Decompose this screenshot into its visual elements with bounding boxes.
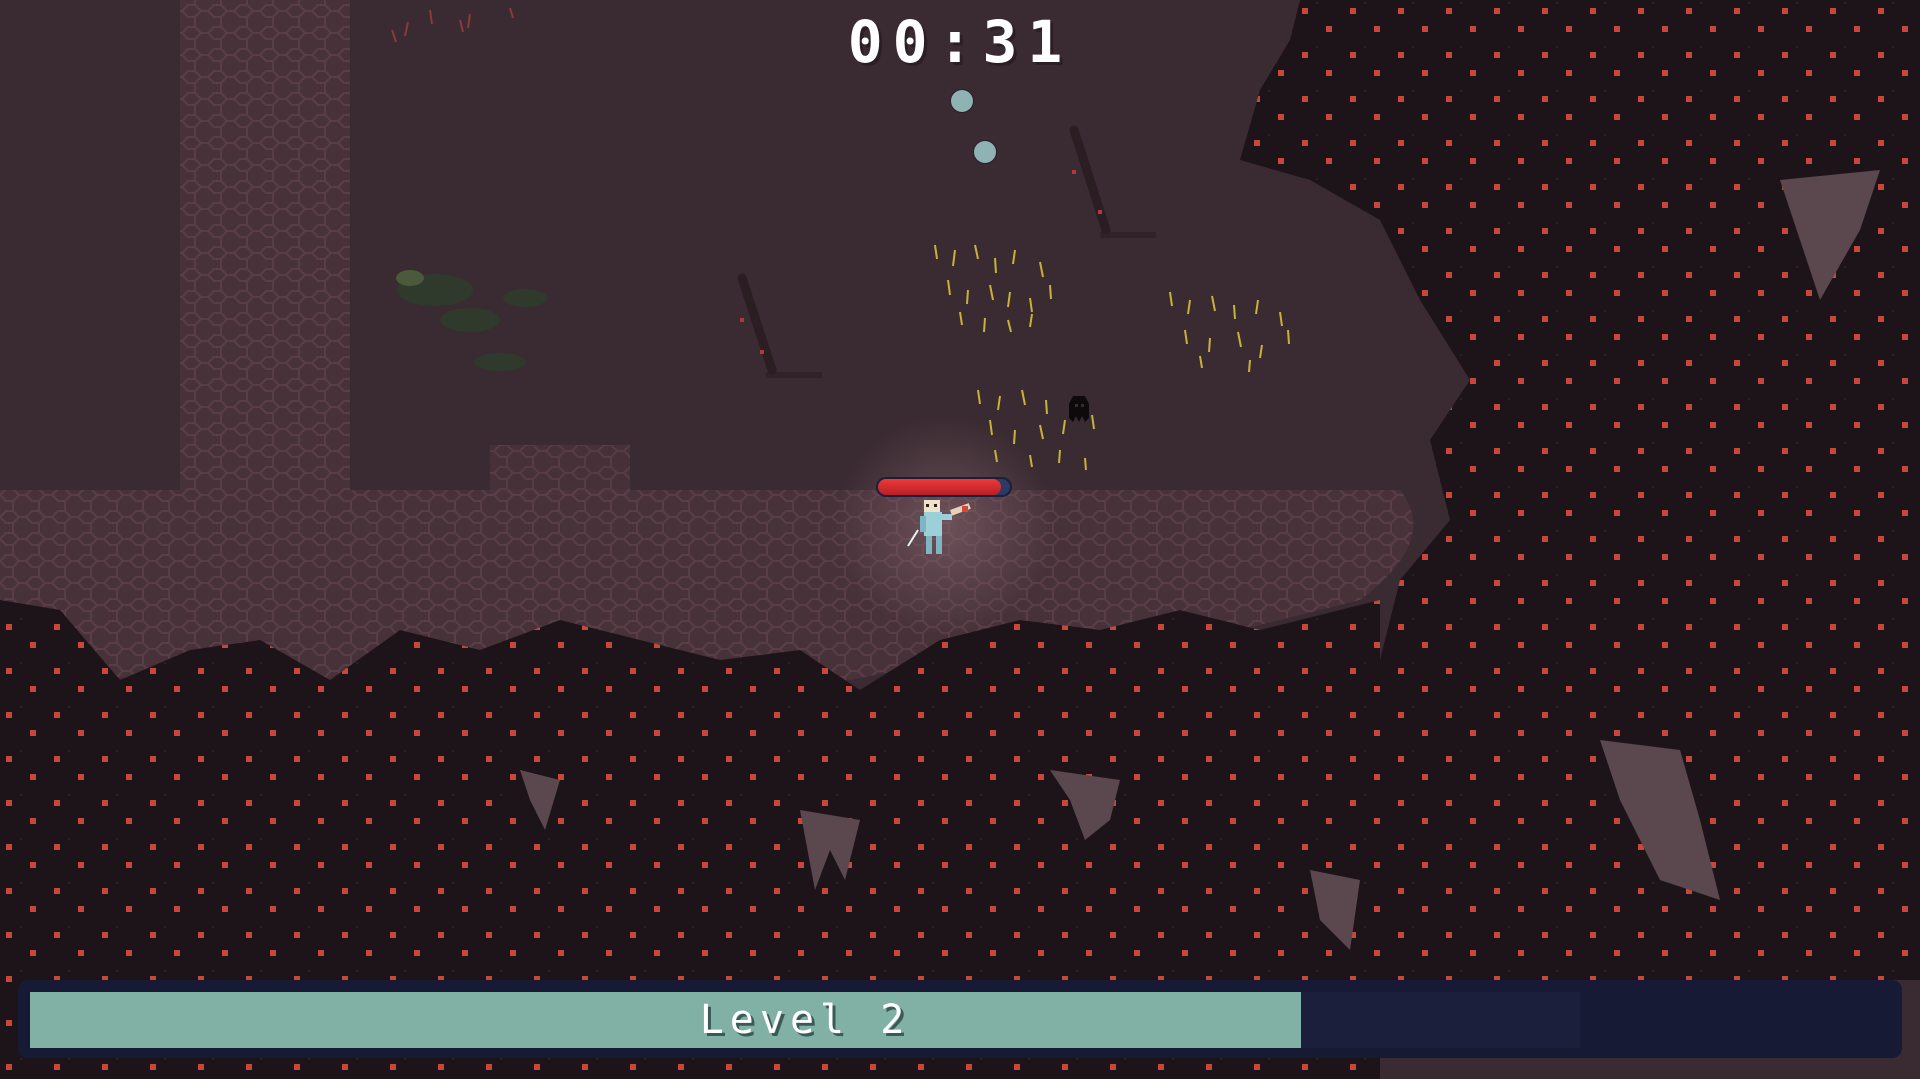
player-health-bar — [878, 479, 1010, 495]
hero-sprite — [906, 500, 986, 570]
shadow-creature-sprite — [1064, 392, 1094, 426]
experience-panel: Level 2 — [18, 980, 1902, 1058]
player-health-fill — [878, 479, 1001, 495]
experience-bar: Level 2 — [30, 992, 1580, 1048]
level-label: Level 2 — [699, 997, 911, 1043]
xp-orb — [951, 90, 973, 112]
xp-orb — [974, 141, 996, 163]
survival-timer: 00:31 — [847, 8, 1073, 76]
